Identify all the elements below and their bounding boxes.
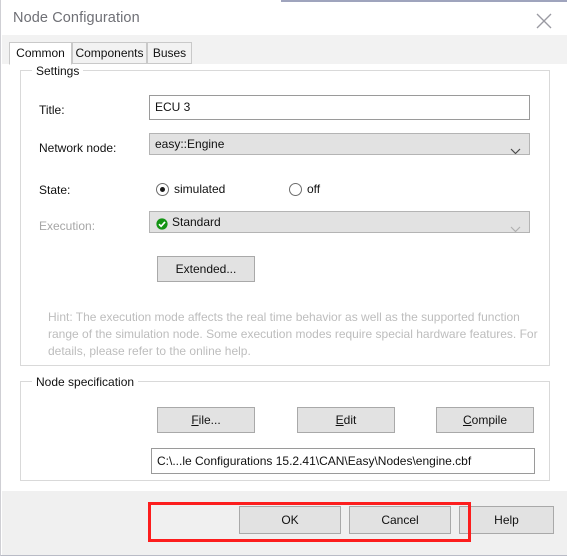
file-button-accel: F [191, 413, 199, 427]
network-node-value: easy::Engine [155, 137, 225, 151]
file-button-rest: ile... [198, 413, 221, 427]
tab-strip: Common Components Buses [2, 35, 567, 65]
node-specification-group-label: Node specification [32, 375, 139, 389]
close-button[interactable] [521, 2, 567, 35]
title-label: Title: [39, 103, 65, 117]
title-bar: Node Configuration [1, 2, 567, 35]
chevron-down-icon [510, 141, 521, 154]
file-button[interactable]: File... [157, 407, 255, 433]
node-path-input[interactable]: C:\...le Configurations 15.2.41\CAN\Easy… [151, 448, 535, 474]
tab-components[interactable]: Components [72, 42, 147, 64]
extended-button[interactable]: Extended... [157, 256, 255, 282]
node-specification-group: Node specification File... Edit Compile … [20, 375, 550, 481]
radio-dot-off [289, 183, 302, 196]
radio-dot-simulated [156, 183, 169, 196]
compile-button-rest: ompile [471, 413, 508, 427]
execution-select[interactable]: Standard [149, 211, 530, 233]
execution-hint-text: Hint: The execution mode affects the rea… [48, 310, 538, 358]
network-node-select[interactable]: easy::Engine [149, 133, 530, 155]
execution-value: Standard [172, 215, 221, 229]
dialog-footer: OK Cancel Help [2, 491, 567, 555]
state-label: State: [39, 183, 71, 197]
network-node-label: Network node: [39, 141, 117, 155]
edit-button-rest: dit [343, 413, 357, 427]
green-check-icon [156, 216, 168, 230]
execution-label: Execution: [39, 219, 96, 233]
window-title: Node Configuration [13, 10, 140, 26]
settings-group-label: Settings [32, 64, 84, 78]
tab-common[interactable]: Common [9, 42, 72, 65]
state-radio-simulated-label: simulated [174, 182, 226, 196]
state-radio-off-label: off [307, 182, 321, 196]
compile-button[interactable]: Compile [436, 407, 534, 433]
edit-button-accel: E [335, 413, 344, 427]
node-configuration-dialog: Node Configuration Common Components Bus… [0, 0, 567, 556]
tab-buses[interactable]: Buses [147, 42, 192, 64]
settings-group: Settings Title: ECU 3 Network node: easy… [20, 64, 550, 366]
edit-button[interactable]: Edit [297, 407, 395, 433]
cancel-button[interactable]: Cancel [349, 506, 451, 534]
tab-page-common: Settings Title: ECU 3 Network node: easy… [2, 64, 567, 542]
title-input[interactable]: ECU 3 [149, 95, 530, 120]
ok-button[interactable]: OK [239, 506, 341, 534]
compile-button-accel: C [462, 413, 472, 427]
chevron-down-icon [510, 219, 521, 232]
help-button[interactable]: Help [459, 506, 554, 534]
